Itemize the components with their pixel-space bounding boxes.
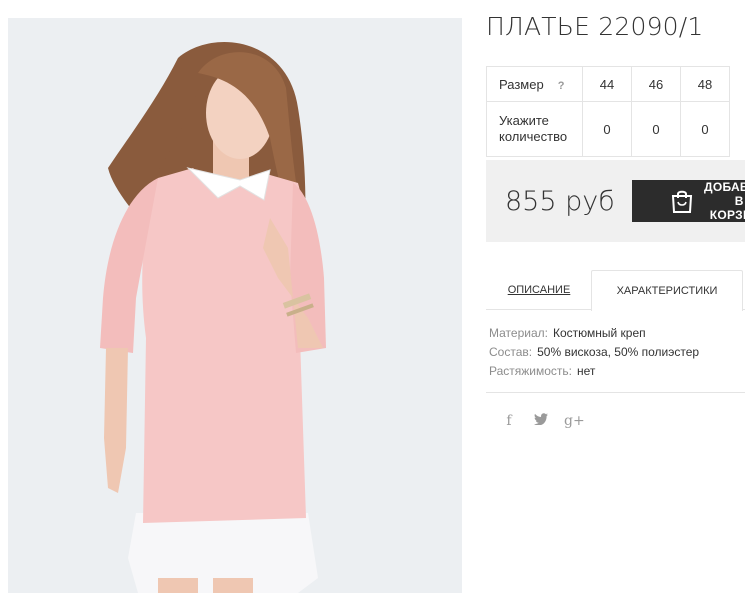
quantity-input-48[interactable]: 0 bbox=[680, 101, 730, 157]
characteristic-key: Растяжимость: bbox=[489, 364, 573, 378]
tab-characteristics[interactable]: ХАРАКТЕРИСТИКИ bbox=[591, 270, 743, 311]
add-to-cart-button[interactable]: ДОБАВИТЬ В КОРЗИНУ bbox=[632, 180, 745, 222]
characteristic-value: Костюмный креп bbox=[552, 326, 646, 340]
facebook-icon[interactable]: f bbox=[500, 413, 518, 429]
quantity-row: Укажите количество 0 0 0 bbox=[486, 101, 730, 157]
shopping-bag-icon bbox=[671, 190, 693, 213]
size-option-48: 48 bbox=[680, 66, 730, 102]
characteristic-value: нет bbox=[577, 364, 596, 378]
add-to-cart-label: ДОБАВИТЬ В КОРЗИНУ bbox=[704, 180, 745, 222]
size-help-icon[interactable]: ? bbox=[558, 80, 565, 92]
twitter-icon[interactable] bbox=[532, 413, 550, 429]
characteristic-row: Состав: 50% вискоза, 50% полиэстер bbox=[489, 343, 699, 362]
size-label: Размер bbox=[499, 76, 544, 92]
price-panel: 855 руб ДОБАВИТЬ В КОРЗИНУ bbox=[486, 160, 745, 242]
quantity-input-46[interactable]: 0 bbox=[631, 101, 681, 157]
characteristic-key: Материал: bbox=[489, 326, 548, 340]
product-title: ПЛАТЬЕ 22090/1 bbox=[486, 12, 704, 41]
characteristic-value: 50% вискоза, 50% полиэстер bbox=[537, 345, 700, 359]
product-price: 855 руб bbox=[505, 186, 615, 217]
size-table: Размер? 44 46 48 Укажите количество 0 0 … bbox=[486, 66, 730, 157]
social-share: f g+ bbox=[500, 413, 585, 429]
divider bbox=[486, 392, 745, 393]
characteristic-row: Растяжимость: нет bbox=[489, 362, 699, 381]
size-label-cell: Размер? bbox=[486, 66, 583, 102]
quantity-label-line1: Укажите bbox=[499, 113, 549, 128]
characteristics-list: Материал: Костюмный креп Состав: 50% виско… bbox=[489, 324, 699, 381]
size-option-46: 46 bbox=[631, 66, 681, 102]
size-option-44: 44 bbox=[582, 66, 632, 102]
quantity-label-cell: Укажите количество bbox=[486, 101, 583, 157]
size-row: Размер? 44 46 48 bbox=[486, 66, 730, 102]
tab-description[interactable]: ОПИСАНИЕ bbox=[486, 270, 592, 310]
characteristic-key: Состав: bbox=[489, 345, 533, 359]
model-illustration bbox=[100, 42, 326, 593]
product-photo[interactable] bbox=[8, 18, 462, 593]
google-plus-icon[interactable]: g+ bbox=[564, 413, 585, 429]
characteristic-row: Материал: Костюмный креп bbox=[489, 324, 699, 343]
quantity-input-44[interactable]: 0 bbox=[582, 101, 632, 157]
quantity-label-line2: количество bbox=[499, 129, 568, 144]
